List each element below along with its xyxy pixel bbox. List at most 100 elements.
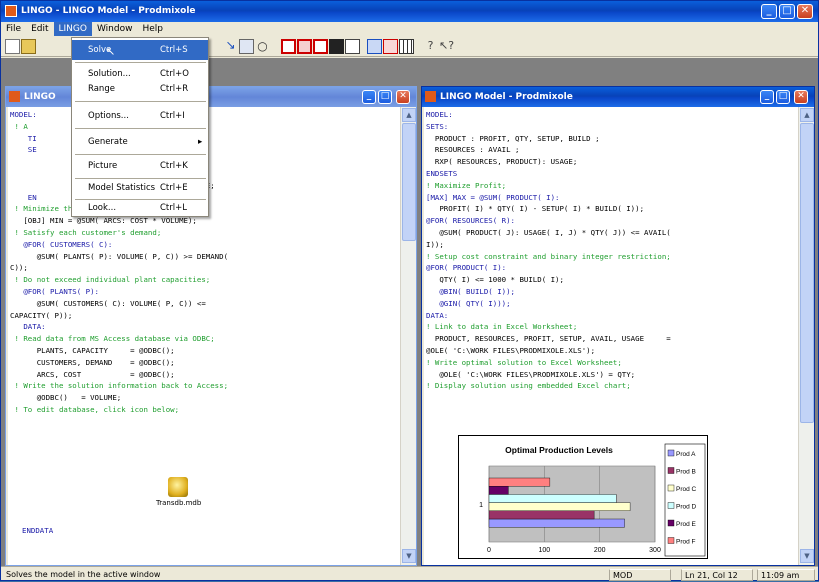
menu-item-range[interactable]: Range Ctrl+R bbox=[72, 82, 208, 97]
right-code-area[interactable]: MODEL: SETS: PRODUCT : PROFIT, QTY, SETUP… bbox=[426, 109, 796, 392]
select-icon[interactable]: ↘ bbox=[223, 39, 238, 54]
status-mode: MOD bbox=[609, 569, 671, 581]
right-scroll-thumb[interactable] bbox=[800, 123, 814, 423]
code-line: @SUM( PLANTS( P): VOLUME( P, C)) >= DEMA… bbox=[10, 251, 398, 263]
app-title-bar[interactable]: LINGO - LINGO Model - Prodmixole _ □ ✕ bbox=[1, 1, 818, 22]
code-line: @FOR( PRODUCT( I): bbox=[426, 262, 796, 274]
bar-prod-c bbox=[488, 502, 631, 511]
code-token: @SUM( PRODUCT( J): USAGE( I, J) * QTY( J… bbox=[426, 227, 671, 237]
code-token: @FOR( PLANTS( P): bbox=[10, 286, 99, 296]
solution-icon[interactable] bbox=[297, 39, 312, 54]
status-message: Solves the model in the active window bbox=[6, 570, 161, 579]
code-token: ENDSETS bbox=[426, 168, 458, 178]
access-db-icon[interactable] bbox=[168, 477, 188, 497]
bar-prod-d bbox=[488, 494, 617, 503]
left-maximize-button[interactable]: □ bbox=[378, 90, 392, 104]
code-token: SETS: bbox=[426, 121, 449, 131]
code-line: @GIN( QTY( I))); bbox=[426, 298, 796, 310]
menu-item-look[interactable]: Look... Ctrl+L bbox=[72, 198, 208, 218]
menu-help[interactable]: Help bbox=[137, 22, 168, 36]
legend-label: Prod A bbox=[676, 451, 696, 458]
menu-file[interactable]: File bbox=[1, 22, 26, 36]
legend-swatch bbox=[667, 449, 675, 457]
app-icon bbox=[5, 5, 17, 17]
left-close-button[interactable]: ✕ bbox=[396, 90, 410, 104]
tile-icon[interactable] bbox=[367, 39, 382, 54]
bar-prod-f bbox=[488, 477, 551, 487]
right-window-title-bar[interactable]: LINGO Model - Prodmixole _ □ ✕ bbox=[422, 87, 814, 107]
code-line: C)); bbox=[10, 262, 398, 274]
picture-icon[interactable] bbox=[329, 39, 344, 54]
right-minimize-button[interactable]: _ bbox=[760, 90, 774, 104]
code-token: CAPACITY( P)); bbox=[10, 310, 73, 320]
right-editor[interactable]: MODEL: SETS: PRODUCT : PROFIT, QTY, SETUP… bbox=[424, 107, 798, 565]
x-tick-label: 100 bbox=[538, 547, 550, 554]
menu-window[interactable]: Window bbox=[92, 22, 138, 36]
code-line: @FOR( PLANTS( P): bbox=[10, 286, 398, 298]
code-token: EN bbox=[10, 192, 37, 202]
menu-item-solution[interactable]: Solution... Ctrl+O bbox=[72, 67, 208, 82]
code-token: MODEL: bbox=[10, 110, 37, 119]
x-tick-label: 300 bbox=[649, 547, 661, 554]
left-window-title-bar[interactable]: LINGO _ □ ✕ bbox=[6, 87, 416, 107]
grid-icon[interactable] bbox=[399, 39, 414, 54]
menu-item-options[interactable]: Options... Ctrl+I bbox=[72, 106, 208, 126]
left-minimize-button[interactable]: _ bbox=[362, 90, 376, 104]
app-title: LINGO - LINGO Model - Prodmixole bbox=[21, 6, 196, 16]
right-scroll-down-button[interactable]: ▼ bbox=[800, 549, 814, 563]
left-scroll-up-button[interactable]: ▲ bbox=[402, 108, 416, 122]
code-token: DATA: bbox=[426, 310, 449, 320]
left-scrollbar[interactable]: ▲ ▼ bbox=[400, 107, 416, 565]
code-line: @SUM( PRODUCT( J): USAGE( I, J) * QTY( J… bbox=[426, 227, 796, 239]
menu-item-generate[interactable]: Generate ▸ bbox=[72, 132, 208, 152]
code-line: DATA: bbox=[426, 310, 796, 322]
minimize-button[interactable]: _ bbox=[761, 4, 777, 19]
circle-icon[interactable]: ○ bbox=[255, 39, 270, 54]
code-token: @SUM( CUSTOMERS( C): VOLUME( P, C)) <= bbox=[10, 298, 206, 308]
code-line: PLANTS, CAPACITY = @ODBC(); bbox=[10, 345, 398, 357]
code-line: @ODBC() = VOLUME; bbox=[10, 392, 398, 404]
left-scroll-thumb[interactable] bbox=[402, 123, 416, 241]
document-icon[interactable] bbox=[239, 39, 254, 54]
context-help-icon[interactable]: ↖? bbox=[439, 39, 454, 54]
code-token: ARCS, COST = @ODBC(); bbox=[10, 369, 175, 379]
right-scroll-up-button[interactable]: ▲ bbox=[800, 108, 814, 122]
code-token: SE bbox=[10, 145, 37, 155]
code-token: ! Write optimal solution to Excel Worksh… bbox=[426, 357, 622, 367]
help-icon[interactable]: ? bbox=[423, 39, 438, 54]
status-time: 11:09 am bbox=[757, 569, 815, 581]
menu-lingo[interactable]: LINGO bbox=[53, 22, 92, 36]
code-line: ENDSETS bbox=[426, 168, 796, 180]
matrix-icon[interactable] bbox=[313, 39, 328, 54]
code-token: ! Write the solution information back to… bbox=[10, 381, 229, 391]
legend-swatch bbox=[667, 467, 675, 474]
code-token: QTY( I) <= 1000 * BUILD( I); bbox=[426, 275, 564, 285]
bar-prod-a bbox=[488, 518, 625, 528]
chart-svg: Optimal Production Levels 0 100 200 300 1 Prod… bbox=[479, 443, 706, 557]
menu-separator bbox=[75, 154, 206, 155]
menu-item-solve[interactable]: Solve Ctrl+S ↖ bbox=[72, 40, 208, 60]
new-icon[interactable] bbox=[5, 39, 20, 54]
menu-item-model-statistics[interactable]: Model Statistics Ctrl+E bbox=[72, 178, 208, 198]
code-line: QTY( I) <= 1000 * BUILD( I); bbox=[426, 274, 796, 286]
menu-separator bbox=[75, 62, 206, 63]
embedded-chart[interactable]: Optimal Production Levels 0 100 200 300 1 Prod… bbox=[458, 435, 708, 559]
open-icon[interactable] bbox=[21, 39, 36, 54]
right-maximize-button[interactable]: □ bbox=[776, 90, 790, 104]
right-close-button[interactable]: ✕ bbox=[794, 90, 808, 104]
solve-icon[interactable] bbox=[281, 39, 296, 54]
code-line: RESOURCES : AVAIL ; bbox=[426, 144, 796, 156]
cascade-icon[interactable] bbox=[383, 39, 398, 54]
left-scroll-down-button[interactable]: ▼ bbox=[402, 549, 416, 563]
options-icon[interactable] bbox=[345, 39, 360, 54]
x-tick-label: 0 bbox=[487, 547, 491, 554]
menu-item-picture[interactable]: Picture Ctrl+K bbox=[72, 156, 208, 176]
right-scrollbar[interactable]: ▲ ▼ bbox=[798, 107, 814, 565]
close-button[interactable]: ✕ bbox=[797, 4, 813, 19]
legend-label: Prod E bbox=[676, 521, 697, 528]
menu-edit[interactable]: Edit bbox=[26, 22, 53, 36]
code-token: ! To edit database, click icon below; bbox=[10, 404, 180, 414]
code-token: RESOURCES : AVAIL ; bbox=[426, 145, 520, 155]
maximize-button[interactable]: □ bbox=[779, 4, 795, 19]
code-token: @FOR( PRODUCT( I): bbox=[426, 263, 507, 273]
